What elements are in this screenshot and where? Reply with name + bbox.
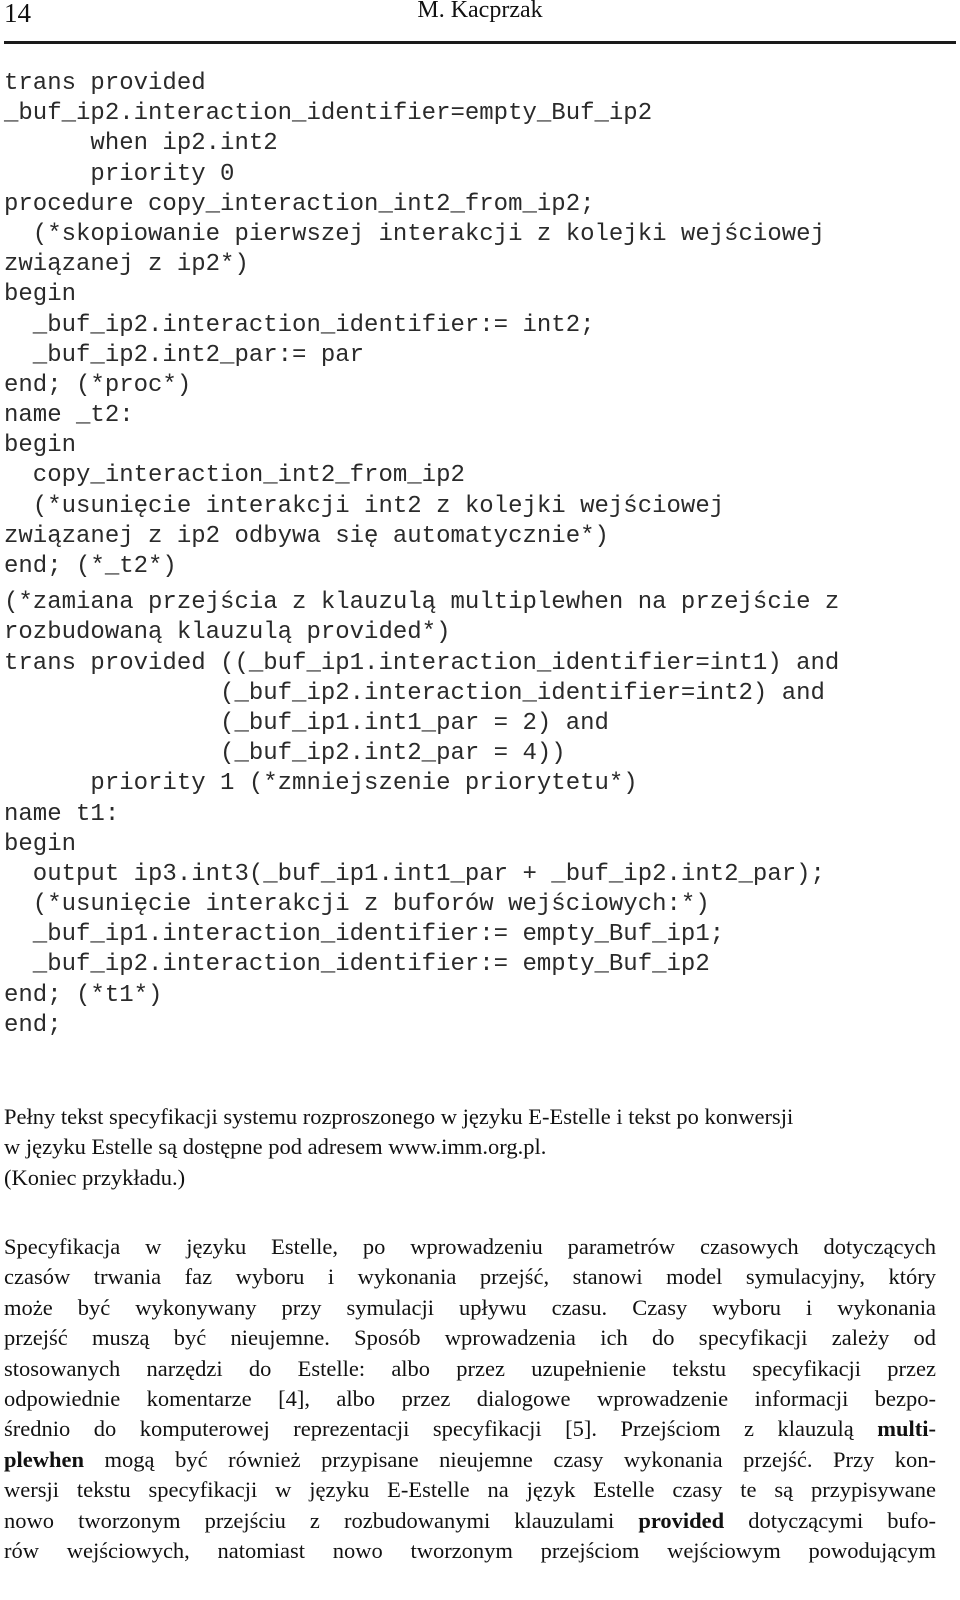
- text-line: przejść muszą być nieujemne. Sposób wpro…: [4, 1325, 936, 1351]
- code-listing: trans provided _buf_ip2.interaction_ident…: [4, 69, 839, 1041]
- text-line: Pełny tekst specyfikacji systemu rozpros…: [4, 1104, 794, 1129]
- code-line: związanej z ip2 odbywa się automatycznie…: [4, 522, 609, 550]
- code-line: procedure copy_interaction_int2_from_ip2…: [4, 190, 595, 218]
- code-line: name t1:: [4, 800, 120, 828]
- code-line: (*skopiowanie pierwszej interakcji z kol…: [4, 220, 825, 248]
- code-line: begin: [4, 281, 77, 309]
- code-line: priority 0: [4, 160, 235, 188]
- code-line: (_buf_ip2.interaction_identifier=int2) a…: [4, 679, 825, 707]
- code-line: rozbudowaną klauzulą provided*): [4, 619, 451, 647]
- code-line: (_buf_ip1.int1_par = 2) and: [4, 709, 609, 737]
- code-line: priority 1 (*zmniejszenie priorytetu*): [4, 770, 638, 798]
- code-line: _buf_ip2.int2_par:= par: [4, 341, 365, 369]
- code-line: begin: [4, 432, 77, 460]
- code-line: _buf_ip2.interaction_identifier=empty_Bu…: [4, 100, 653, 128]
- code-line: (*usunięcie interakcji z buforów wejścio…: [4, 891, 710, 919]
- code-line: begin: [4, 830, 77, 858]
- code-line: (_buf_ip2.int2_par = 4)): [4, 740, 566, 768]
- text-line: rów wejściowych, natomiast nowo tworzony…: [4, 1538, 936, 1564]
- page-header: 14 M. Kacprzak: [0, 0, 960, 46]
- text-line: plewhen mogą być również przypisane nieu…: [4, 1445, 936, 1475]
- code-line: trans provided ((_buf_ip1.interaction_id…: [4, 649, 840, 677]
- text-line: czasów trwania faz wyboru i wykonania pr…: [4, 1264, 936, 1290]
- code-line: trans provided: [4, 70, 206, 97]
- text-run: dotyczącymi bufo-: [724, 1507, 937, 1533]
- text-line: w języku Estelle są dostępne pod adresem…: [4, 1134, 547, 1160]
- code-line: (*usunięcie interakcji int2 z kolejki we…: [4, 492, 725, 520]
- keyword-bold: provided: [638, 1507, 725, 1533]
- text-run: średnio do komputerowej reprezentacji sp…: [4, 1416, 878, 1442]
- availability-note: Pełny tekst specyfikacji systemu rozpros…: [4, 1102, 936, 1193]
- text-line: Specyfikacja w języku Estelle, po wprowa…: [4, 1234, 936, 1259]
- text-line: odpowiednie komentarze [4], albo przez d…: [4, 1386, 936, 1412]
- code-line: copy_interaction_int2_from_ip2: [4, 462, 465, 490]
- keyword-bold: plewhen: [4, 1446, 85, 1472]
- code-line: _buf_ip1.interaction_identifier:= empty_…: [4, 921, 725, 949]
- text-line: może być wykonywany przy symulacji upływ…: [4, 1294, 936, 1320]
- code-line: output ip3.int3(_buf_ip1.int1_par + _buf…: [4, 860, 825, 888]
- code-line: (*zamiana przejścia z klauzulą multiplew…: [4, 589, 840, 617]
- text-run: nowo tworzonym przejściu z rozbudowanymi…: [4, 1507, 639, 1533]
- text-line: (Koniec przykładu.): [4, 1164, 186, 1190]
- running-head-author: M. Kacprzak: [417, 0, 543, 23]
- text-line: średnio do komputerowej reprezentacji sp…: [4, 1414, 936, 1444]
- code-line: związanej z ip2*): [4, 251, 249, 279]
- text-run: mogą być również przypisane nieujemne cz…: [84, 1446, 936, 1472]
- code-line: end; (*t1*): [4, 981, 163, 1009]
- text-line: nowo tworzonym przejściu z rozbudowanymi…: [4, 1506, 936, 1536]
- text-line: stosowanych narzędzi do Estelle: albo pr…: [4, 1355, 936, 1381]
- code-line: _buf_ip2.interaction_identifier:= empty_…: [4, 951, 710, 979]
- keyword-bold: multi-: [877, 1416, 936, 1442]
- code-line: when ip2.int2: [4, 130, 278, 158]
- text-line: wersji tekstu specyfikacji w języku E-Es…: [4, 1477, 936, 1503]
- code-line: _buf_ip2.interaction_identifier:= int2;: [4, 311, 595, 339]
- code-line: end;: [4, 1011, 62, 1039]
- header-rule: [4, 41, 956, 44]
- code-line: end; (*_t2*): [4, 553, 177, 580]
- code-line: name _t2:: [4, 402, 134, 430]
- body-paragraph: Specyfikacja w języku Estelle, po wprowa…: [4, 1232, 936, 1566]
- code-line: end; (*proc*): [4, 371, 192, 399]
